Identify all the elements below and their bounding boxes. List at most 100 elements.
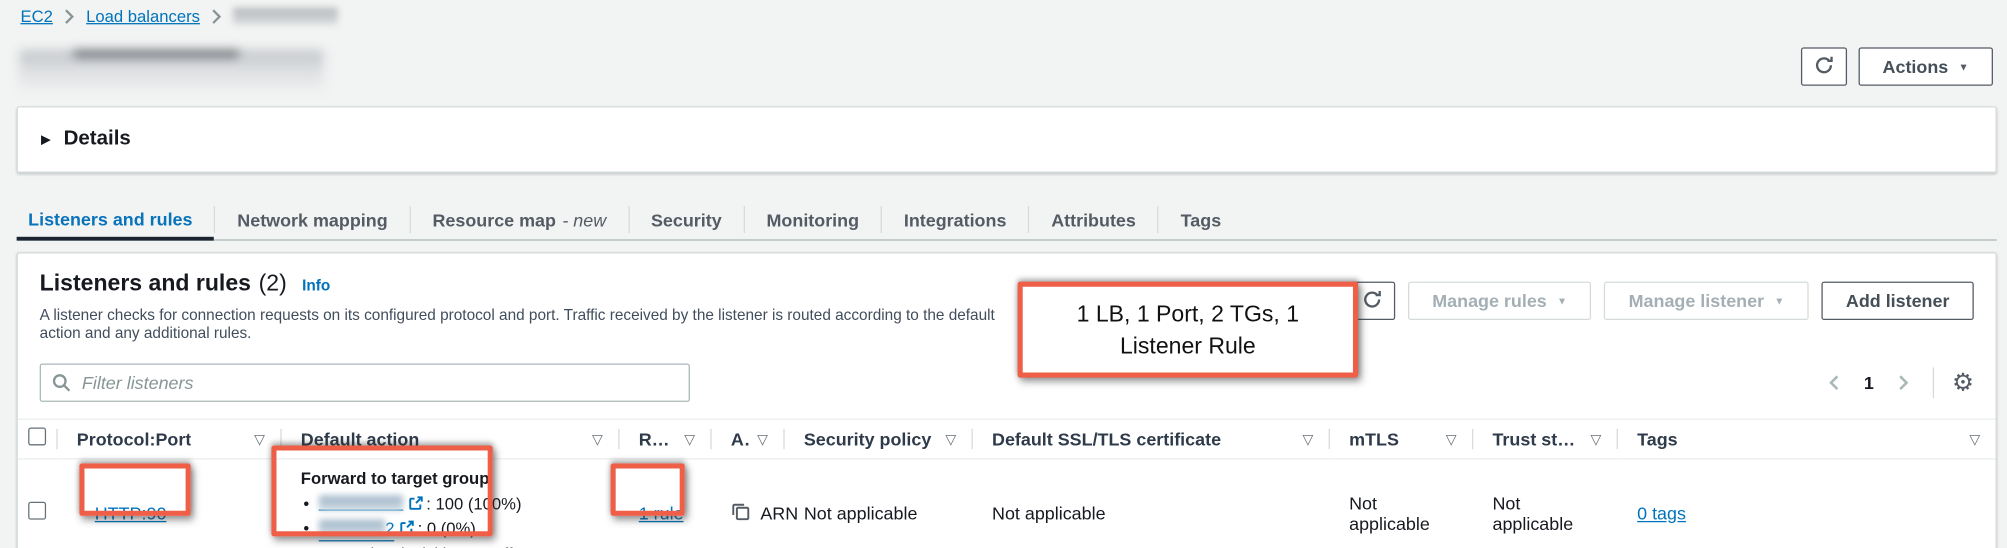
sort-icon[interactable]: ▽ xyxy=(1446,431,1457,448)
sort-icon[interactable]: ▽ xyxy=(1590,431,1601,448)
listener-protocol-port-link[interactable]: HTTP:90 xyxy=(95,502,167,522)
row-checkbox[interactable] xyxy=(28,502,46,520)
column-rules: Rules xyxy=(639,429,677,449)
mtls-value: Not applicable xyxy=(1349,492,1430,533)
tab-bar: Listeners and rules Network mapping Reso… xyxy=(17,200,1997,241)
default-action-cell: Forward to target group : 100 (100%) 2: … xyxy=(280,459,618,548)
tab-network-mapping[interactable]: Network mapping xyxy=(216,200,410,240)
target-group-2-name-redacted xyxy=(319,520,386,535)
chevron-right-icon xyxy=(64,8,74,23)
breadcrumb: EC2 Load balancers xyxy=(20,6,338,25)
ssl-certificate-value: Not applicable xyxy=(992,502,1106,522)
details-label: Details xyxy=(64,128,131,151)
external-link-icon xyxy=(408,495,423,514)
target-group-1-link[interactable] xyxy=(319,494,403,511)
breadcrumb-current-redacted xyxy=(233,8,338,25)
add-listener-label: Add listener xyxy=(1846,291,1950,311)
tab-monitoring[interactable]: Monitoring xyxy=(745,200,881,240)
listener-row: HTTP:90 Forward to target group : 100 (1… xyxy=(18,459,1996,548)
chevron-down-icon: ▼ xyxy=(1774,295,1784,307)
tab-label: Network mapping xyxy=(237,209,387,229)
actions-button-label: Actions xyxy=(1883,56,1949,76)
search-icon xyxy=(51,372,71,399)
column-security-policy: Security policy xyxy=(804,429,931,449)
info-link[interactable]: Info xyxy=(302,276,330,294)
copy-icon xyxy=(731,501,750,524)
sort-icon[interactable]: ▽ xyxy=(1302,431,1313,448)
breadcrumb-load-balancers[interactable]: Load balancers xyxy=(86,6,200,25)
table-preferences-gear-icon[interactable]: ⚙ xyxy=(1952,371,1974,395)
column-default-action: Default action xyxy=(301,429,420,449)
tab-label: Attributes xyxy=(1051,209,1136,229)
arn-label: ARN xyxy=(760,502,798,522)
tab-attributes[interactable]: Attributes xyxy=(1029,200,1157,240)
refresh-icon xyxy=(1813,54,1833,78)
panel-title: Listeners and rules xyxy=(40,270,251,297)
tab-label: Tags xyxy=(1181,209,1221,229)
column-mtls: mTLS xyxy=(1349,429,1399,449)
tab-label: Resource map xyxy=(432,209,555,229)
filter-row: 1 ⚙ xyxy=(18,364,1996,402)
column-protocol-port: Protocol:Port xyxy=(77,429,192,449)
tags-link[interactable]: 0 tags xyxy=(1637,502,1686,522)
external-link-icon xyxy=(400,520,415,539)
sort-icon[interactable]: ▽ xyxy=(592,431,603,448)
sort-icon[interactable]: ▽ xyxy=(684,431,695,448)
tab-integrations[interactable]: Integrations xyxy=(882,200,1028,240)
column-tags: Tags xyxy=(1637,429,1678,449)
listeners-table: Protocol:Port ▽ Default action ▽ Rules ▽ AR… xyxy=(18,419,1996,548)
panel-actions: Manage rules ▼ Manage listener ▼ Add lis… xyxy=(1349,282,1974,320)
sort-icon[interactable]: ▽ xyxy=(254,431,265,448)
target-group-1-item: : 100 (100%) xyxy=(301,492,603,516)
refresh-button[interactable] xyxy=(1801,47,1847,85)
rules-link[interactable]: 1 rule xyxy=(639,502,684,522)
copy-arn-button[interactable] xyxy=(731,501,750,524)
tab-label: Integrations xyxy=(904,209,1007,229)
sort-icon[interactable]: ▽ xyxy=(1969,431,1980,448)
filter-listeners-input[interactable] xyxy=(40,364,690,402)
stickiness-text: Group-level stickiness: Off xyxy=(319,544,513,548)
panel-header: Listeners and rules (2) Info A listener … xyxy=(18,253,1996,341)
target-group-2-weight: : 0 (0%) xyxy=(418,518,476,537)
next-page-button[interactable] xyxy=(1892,370,1915,396)
sort-icon[interactable]: ▽ xyxy=(757,431,768,448)
pagination: 1 ⚙ xyxy=(1823,367,1974,398)
expand-arrow-icon: ▶ xyxy=(41,132,51,146)
panel-titles: Listeners and rules (2) Info A listener … xyxy=(40,270,1013,342)
select-all-checkbox[interactable] xyxy=(28,427,46,445)
page-title-redacted xyxy=(19,50,324,91)
table-header-row: Protocol:Port ▽ Default action ▽ Rules ▽ AR… xyxy=(18,419,1996,459)
manage-listener-label: Manage listener xyxy=(1629,291,1764,311)
column-trust-store: Trust store xyxy=(1492,429,1582,449)
target-group-2-link[interactable]: 2 xyxy=(319,516,395,542)
listeners-and-rules-panel: Listeners and rules (2) Info A listener … xyxy=(17,252,1997,548)
chevron-right-icon xyxy=(211,8,221,23)
manage-rules-label: Manage rules xyxy=(1432,291,1547,311)
aws-console-page: EC2 Load balancers Actions ▼ ▶ Details L… xyxy=(0,0,2007,548)
panel-description: A listener checks for connection request… xyxy=(40,306,1013,342)
add-listener-button[interactable]: Add listener xyxy=(1822,282,1974,320)
refresh-listeners-button[interactable] xyxy=(1349,282,1395,320)
trust-store-value: Not applicable xyxy=(1492,492,1573,533)
actions-button[interactable]: Actions ▼ xyxy=(1858,47,1993,85)
tab-security[interactable]: Security xyxy=(629,200,743,240)
manage-listener-button[interactable]: Manage listener ▼ xyxy=(1604,282,1808,320)
redaction-smudge xyxy=(73,50,239,58)
listener-count: (2) xyxy=(259,270,287,297)
manage-rules-button[interactable]: Manage rules ▼ xyxy=(1408,282,1592,320)
sort-icon[interactable]: ▽ xyxy=(945,431,956,448)
breadcrumb-ec2[interactable]: EC2 xyxy=(20,6,52,25)
chevron-down-icon: ▼ xyxy=(1557,295,1567,307)
search-box xyxy=(40,364,690,402)
chevron-down-icon: ▼ xyxy=(1959,61,1969,73)
page-actions: Actions ▼ xyxy=(1801,47,1993,85)
tab-tags[interactable]: Tags xyxy=(1159,200,1243,240)
column-arn: ARN xyxy=(731,429,750,449)
tab-resource-map[interactable]: Resource map- new xyxy=(411,200,628,240)
tab-listeners-and-rules[interactable]: Listeners and rules xyxy=(17,200,215,241)
target-group-2-item: 2 : 0 (0%) xyxy=(301,516,603,542)
previous-page-button[interactable] xyxy=(1823,370,1846,396)
current-page[interactable]: 1 xyxy=(1859,372,1879,392)
details-expander[interactable]: ▶ Details xyxy=(17,106,1997,173)
security-policy-value: Not applicable xyxy=(804,502,918,522)
